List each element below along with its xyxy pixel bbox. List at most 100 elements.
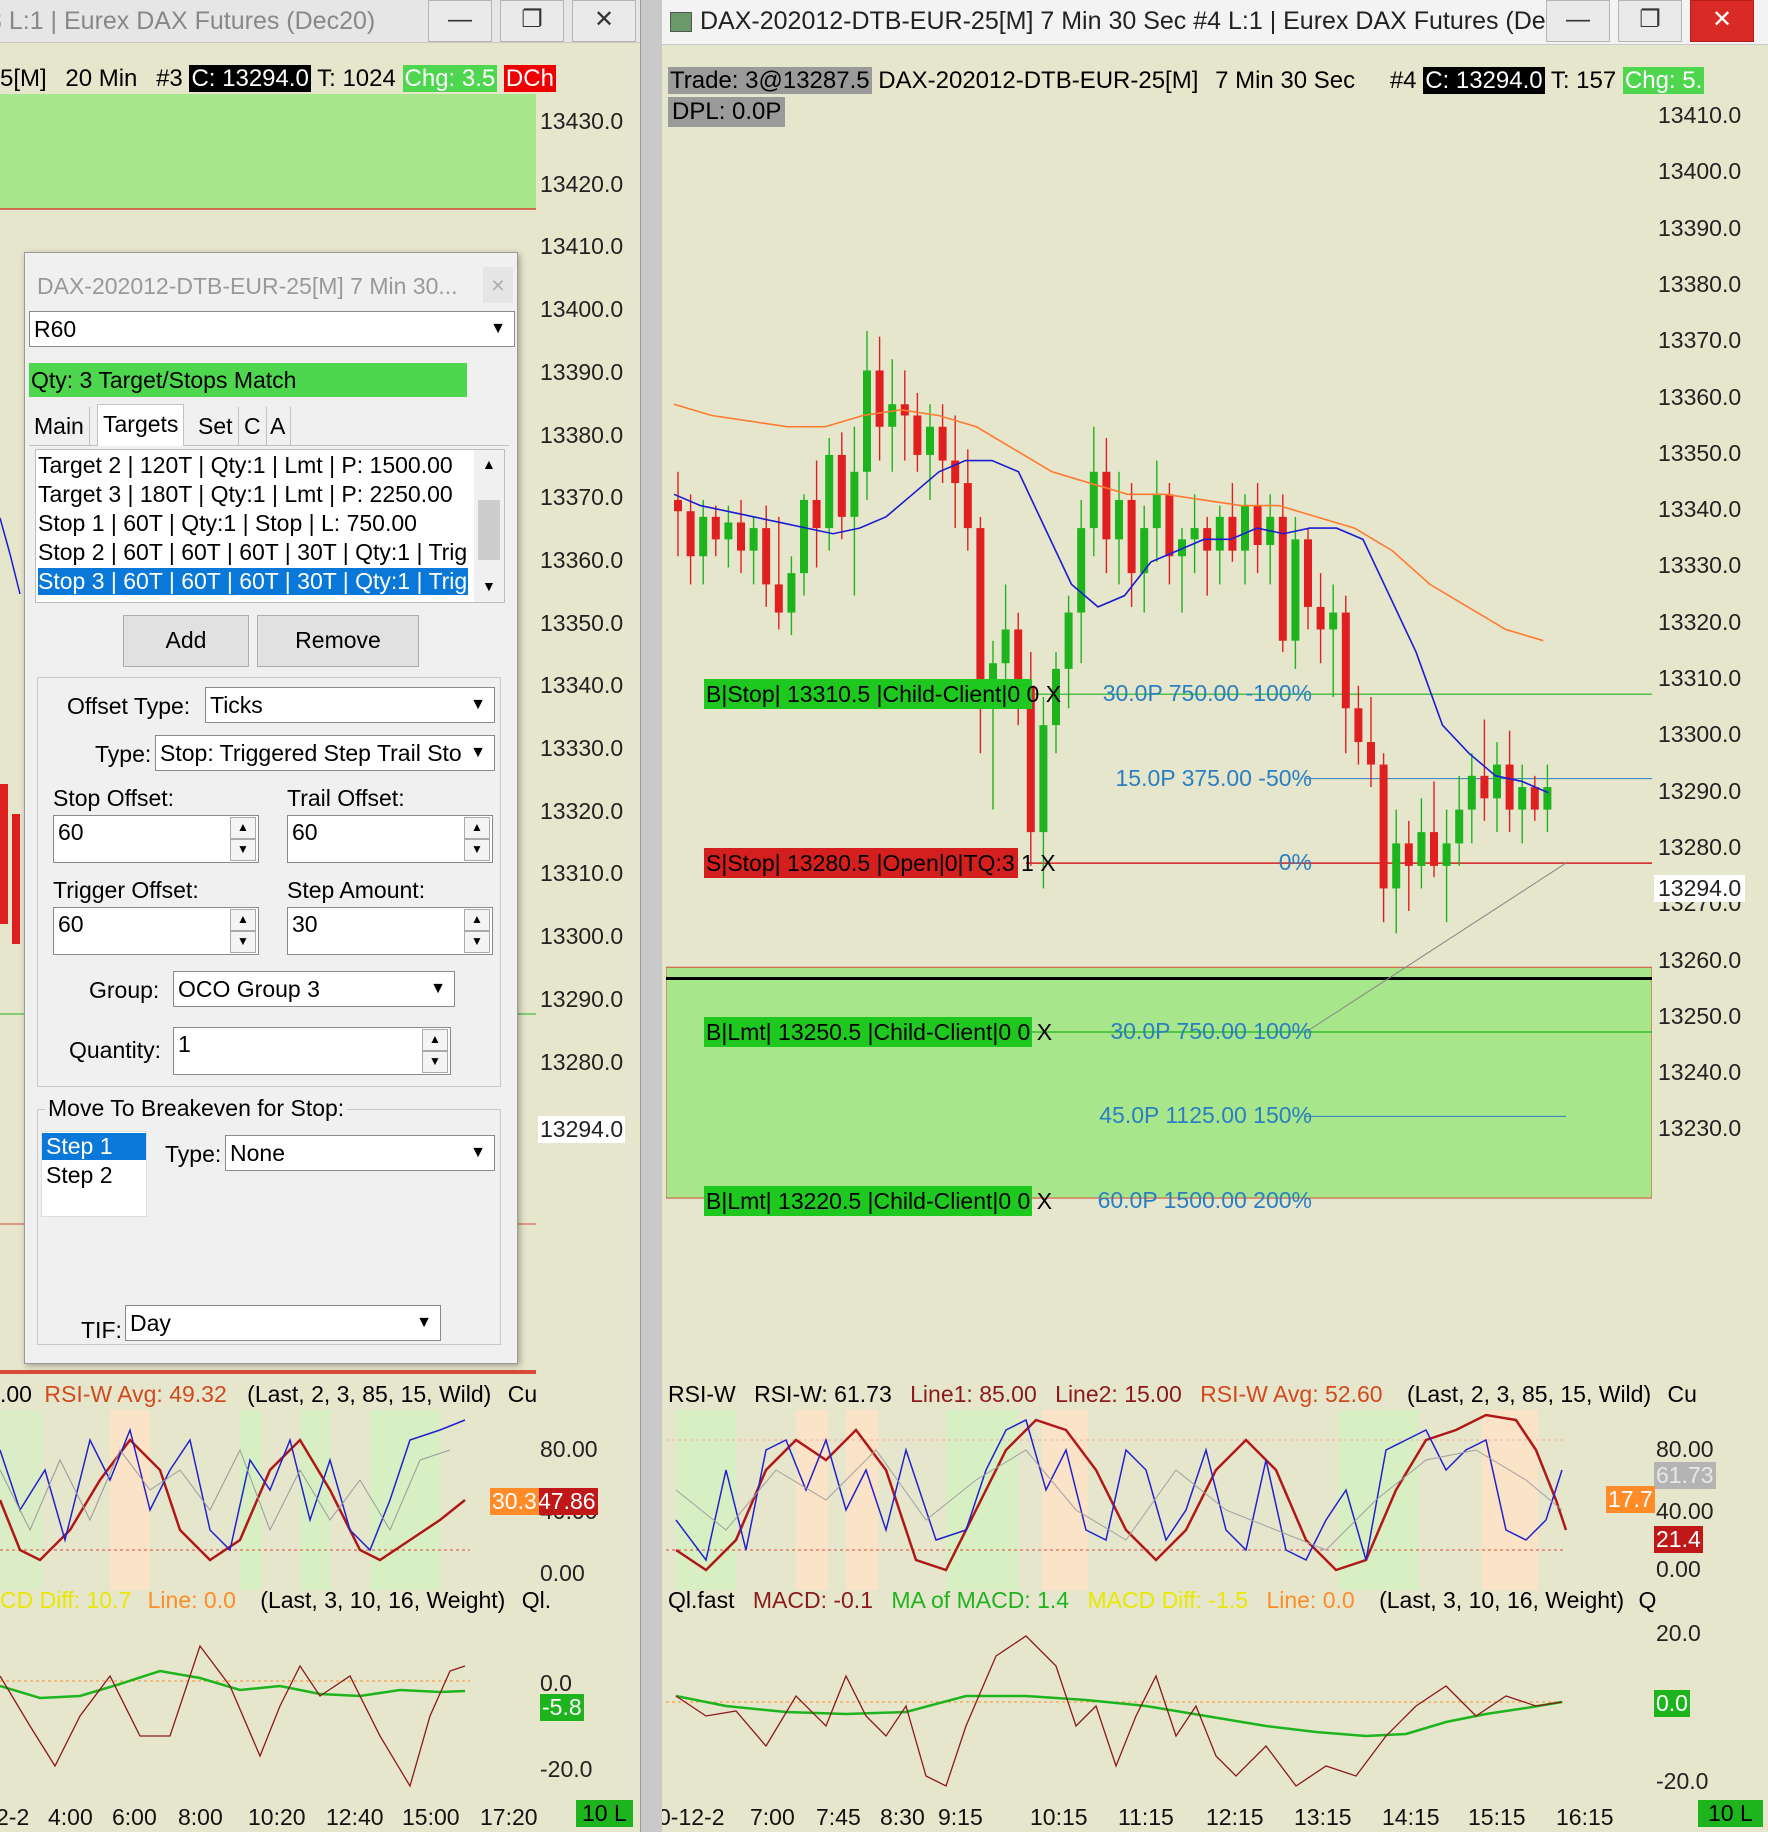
close-button[interactable]: ✕ [572,0,636,42]
quantity-input[interactable]: 1 ▲ ▼ [173,1027,451,1075]
candle-body [1190,528,1199,540]
list-item-selected[interactable]: Stop 3 | 60T | 60T | 60T | 30T | Qty:1 |… [38,568,468,595]
strategy-select[interactable]: R60 ▼ [29,311,515,347]
order-box[interactable]: S|Stop| 13280.5 |Open|0|TQ:3 1 X [704,848,1056,879]
price-axis-label: 13330.0 [540,735,624,761]
list-item[interactable]: Stop 1 | 60T | Qty:1 | Stop | L: 750.00 [38,510,417,537]
tab-targets[interactable]: Targets [97,404,185,446]
minimize-button[interactable]: — [1546,0,1610,42]
tab-set[interactable]: Set [193,407,239,445]
offset-type-select[interactable]: Ticks ▼ [205,687,495,723]
type-label: Type: [95,741,152,767]
list-item-selected[interactable]: Step 1 [42,1133,146,1160]
chevron-down-icon[interactable]: ▼ [422,972,454,1006]
order-box[interactable]: B|Lmt| 13220.5 |Child-Client|0 0 X [704,1185,1052,1216]
status-bar: Qty: 3 Target/Stops Match [29,363,467,397]
tab-a[interactable]: A [265,407,292,445]
fib-label: 30.0P 750.00 100% [1110,1017,1312,1044]
right-rsi-axis-0: 0.00 [1656,1556,1701,1582]
candle-body [762,528,771,585]
candle-body [1392,843,1401,889]
type-select[interactable]: Stop: Triggered Step Trail Stop ▼ [155,735,495,771]
window-divider [640,0,664,1832]
left-time-axis[interactable]: 2-2 4:00 6:00 8:00 10:20 12:40 15:00 17:20 10 L [0,1796,640,1832]
chevron-down-icon[interactable]: ▼ [462,1136,494,1170]
chevron-down-icon[interactable]: ▼ [482,312,514,346]
candle-body [1278,516,1287,641]
left-macd-axis: 0.0 -5.8 -20.0 [536,1616,640,1796]
price-axis-label: 13240.0 [1658,1059,1742,1086]
maximize-button[interactable]: ❐ [1618,0,1682,42]
chevron-down-icon[interactable]: ▼ [408,1306,440,1340]
minimize-button[interactable]: — [428,0,492,42]
list-item[interactable]: Step 2 [46,1162,113,1189]
steps-list[interactable]: Step 1 Step 2 [41,1131,147,1217]
left-rsi-value: .00 [0,1381,32,1407]
right-price-axis[interactable]: 13410.0 13400.0 13390.0 13380.0 13370.0 13360… [1652,94,1768,1374]
time-axis-label: 12:15 [1206,1804,1264,1830]
spin-down-icon[interactable]: ▼ [422,1051,448,1073]
spin-down-icon[interactable]: ▼ [230,931,256,953]
right-price-chart[interactable] [666,94,1652,1374]
right-bars-badge[interactable]: 10 L [1698,1800,1763,1827]
price-axis-label: 13370.0 [540,484,624,511]
stop-offset-input[interactable]: 60 ▲ ▼ [53,815,259,863]
candle-body [1467,775,1476,810]
candle-body [963,483,972,529]
chevron-down-icon[interactable]: ▼ [462,688,494,722]
candle-body [1341,612,1350,709]
group-select[interactable]: OCO Group 3 ▼ [173,971,455,1007]
spin-up-icon[interactable]: ▲ [422,1029,448,1051]
right-rsi-badge-red: 21.4 [1654,1526,1703,1553]
dialog-title[interactable]: DAX-202012-DTB-EUR-25[M] 7 Min 30... [37,273,458,300]
list-item[interactable]: Stop 2 | 60T | 60T | 60T | 30T | Qty:1 |… [38,539,468,566]
spin-up-icon[interactable]: ▲ [230,817,256,839]
tab-c[interactable]: C [239,407,267,445]
chevron-down-icon[interactable]: ▼ [462,736,494,770]
spin-up-icon[interactable]: ▲ [230,909,256,931]
price-axis-label: 13390.0 [540,358,624,385]
spin-up-icon[interactable]: ▲ [464,909,490,931]
spin-down-icon[interactable]: ▼ [230,839,256,861]
list-item[interactable]: Target 2 | 120T | Qty:1 | Lmt | P: 1500.… [38,452,453,479]
right-macd-chart[interactable] [666,1616,1652,1796]
maximize-button[interactable]: ❐ [500,0,564,42]
scroll-thumb[interactable] [478,500,500,560]
dialog-close-button[interactable]: × [483,267,513,303]
chevron-down-icon[interactable]: ▼ [482,578,496,594]
time-axis-label: 15:00 [402,1804,460,1830]
left-macd-chart[interactable] [0,1616,536,1796]
order-box[interactable]: B|Stop| 13310.5 |Child-Client|0 0 X [704,679,1061,710]
left-rsi-axis-0: 0.00 [540,1560,585,1586]
left-rsi-axis-80: 80.00 [540,1436,598,1462]
order-box[interactable]: B|Lmt| 13250.5 |Child-Client|0 0 X [704,1016,1052,1047]
left-title-bar[interactable]: 3 L:1 | Eurex DAX Futures (Dec20) — ❐ ✕ [0,0,652,43]
orders-list[interactable]: Target 2 | 120T | Qty:1 | Lmt | P: 1500.… [35,449,505,603]
step-amount-input[interactable]: 30 ▲ ▼ [287,907,493,955]
right-time-axis[interactable]: 0-12-2 7:00 7:45 8:30 9:15 10:15 11:15 12:15 13:… [662,1796,1768,1832]
add-button[interactable]: Add [123,615,249,667]
left-price-axis[interactable]: 13430.0 13420.0 13410.0 13400.0 13390.0 13380… [536,94,640,1374]
spin-down-icon[interactable]: ▼ [464,931,490,953]
spin-down-icon[interactable]: ▼ [464,839,490,861]
right-change: Chg: 5. [1622,67,1705,94]
spin-up-icon[interactable]: ▲ [464,817,490,839]
list-item[interactable]: Target 3 | 180T | Qty:1 | Lmt | P: 2250.… [38,481,453,508]
right-title-bar[interactable]: DAX-202012-DTB-EUR-25[M] 7 Min 30 Sec #4… [662,0,1768,45]
tif-select[interactable]: Day ▼ [125,1305,441,1341]
left-bars-badge[interactable]: 10 L [576,1800,633,1827]
right-rsi-chart[interactable] [666,1410,1652,1590]
price-axis-label: 13420.0 [540,170,624,197]
chevron-up-icon[interactable]: ▲ [482,456,496,472]
tab-main[interactable]: Main [29,407,90,445]
left-rsi-chart[interactable] [0,1410,536,1600]
breakeven-type-select[interactable]: None ▼ [225,1135,495,1171]
close-button[interactable]: ✕ [1690,0,1754,42]
candle-body [800,499,808,574]
list-scrollbar[interactable]: ▲ ▼ [474,450,504,602]
candle-body [1127,499,1136,574]
remove-button[interactable]: Remove [257,615,419,667]
trigger-offset-input[interactable]: 60 ▲ ▼ [53,907,259,955]
candle-body [1404,843,1413,866]
trail-offset-input[interactable]: 60 ▲ ▼ [287,815,493,863]
